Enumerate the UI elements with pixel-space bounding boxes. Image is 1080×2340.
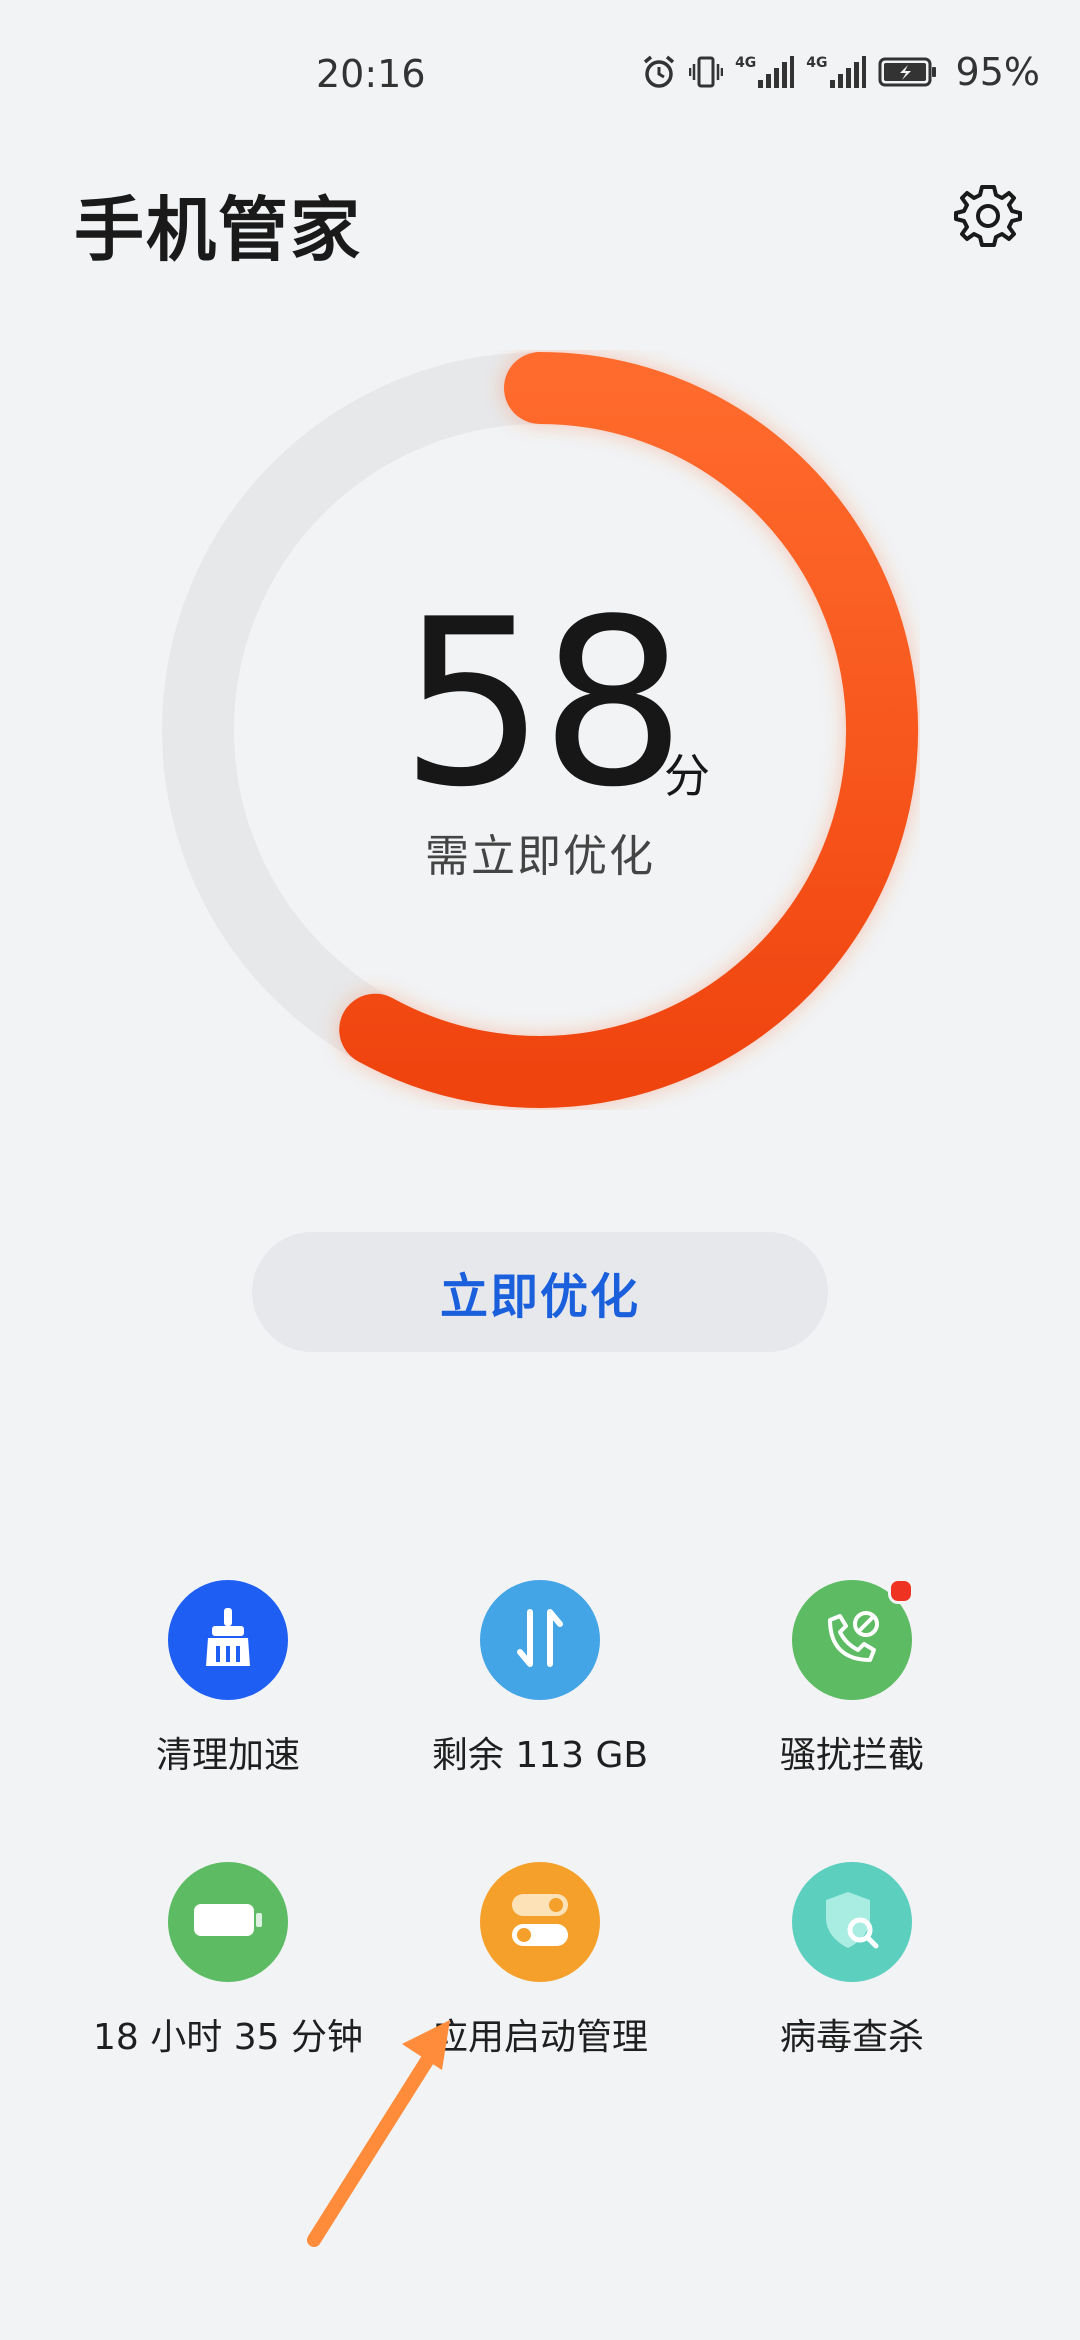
broom-icon [198,1606,258,1674]
tool-harassment-block[interactable]: 骚扰拦截 [672,1578,1032,1778]
tool-storage[interactable]: 剩余 113 GB [360,1580,720,1778]
battery-icon [192,1900,264,1944]
score-unit: 分 [664,749,710,803]
score-ring: 58 分 需立即优化 [160,350,920,1110]
tool-clean-boost[interactable]: 清理加速 [48,1580,408,1778]
tool-icon-bg [480,1862,600,1982]
battery-charging-icon [878,56,938,88]
status-time: 20:16 [316,52,426,96]
tool-label: 病毒查杀 [779,2017,924,2058]
status-icons: 4G 4G 95% [641,50,1040,94]
tool-virus-scan[interactable]: 病毒查杀 [672,1862,1032,2060]
blocked-call-icon [820,1606,884,1674]
tool-label: 清理加速 [155,1735,300,1776]
shield-search-icon [820,1888,884,1956]
score-value: 58 [399,571,687,838]
score-status: 需立即优化 [425,831,655,882]
notification-dot [888,1578,914,1604]
tool-label: 骚扰拦截 [779,1735,924,1776]
signal-2-icon: 4G [806,56,866,88]
settings-button[interactable] [948,178,1028,258]
annotation-arrow [290,2000,470,2264]
tool-icon-bg [480,1580,600,1700]
status-bar: 20:16 4G 4G 95% [0,0,1080,150]
alarm-icon [641,54,677,90]
tool-label: 剩余 113 GB [431,1735,649,1776]
page-title: 手机管家 [74,189,362,271]
transfer-icon [512,1606,568,1674]
signal-1-icon: 4G [735,56,795,88]
tool-icon-bg [792,1862,912,1982]
tool-icon-bg [792,1578,914,1700]
toggle-switch-icon [508,1888,572,1956]
vibrate-icon [689,54,724,90]
optimize-now-button[interactable]: 立即优化 [252,1232,828,1352]
tool-icon-bg [168,1862,288,1982]
gear-icon [953,181,1023,255]
tool-icon-bg [168,1580,288,1700]
battery-percentage: 95% [955,50,1040,94]
header: 手机管家 [0,160,1080,271]
